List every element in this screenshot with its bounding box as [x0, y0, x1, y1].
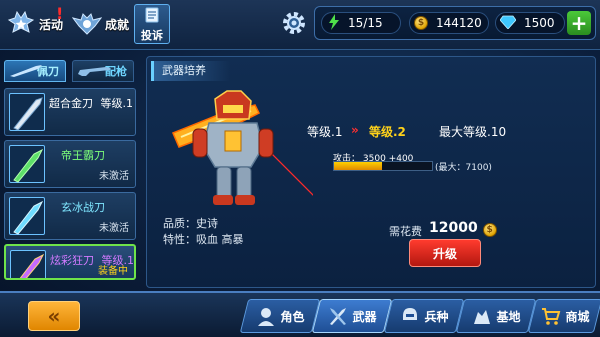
- diamond-value: 1500: [524, 16, 555, 30]
- max-level: 最大等级.10: [439, 125, 507, 139]
- gold-coin-icon: $: [482, 223, 497, 237]
- panel-title: 武器培养: [151, 61, 230, 81]
- level-arrow-icon: »: [351, 123, 359, 137]
- diamond-icon: [499, 15, 517, 32]
- back-button[interactable]: «: [28, 301, 80, 331]
- weapon-item-colorful-blade[interactable]: 炫彩狂刀 等级.1 装备中: [4, 244, 136, 280]
- emperor-blade-icon: [9, 145, 45, 183]
- star-emblem-icon: [6, 9, 36, 39]
- weapon-status: 装备中: [98, 266, 128, 277]
- weapon-item-ice-blade[interactable]: 玄冰战刀 未激活: [4, 192, 136, 240]
- weapon-name: 炫彩狂刀: [50, 254, 94, 267]
- activity-button[interactable]: 活动: [6, 4, 63, 44]
- bottom-nav: « 角色 武器 兵种 基地 商城: [0, 291, 600, 337]
- resource-panel: 15/15 $ 144120 1500 +: [314, 6, 596, 40]
- weapon-name: 超合金刀: [49, 97, 93, 110]
- cost-value: 12000: [429, 220, 478, 236]
- achievement-button[interactable]: 成就: [72, 4, 129, 44]
- character-icon: [255, 305, 277, 327]
- diamond-counter: 1500: [495, 12, 565, 34]
- attack-max: (最大：7100): [435, 163, 492, 173]
- notification-mark: !: [56, 4, 64, 23]
- energy-counter: 15/15: [321, 12, 401, 34]
- rifle-icon: [76, 64, 112, 78]
- weapon-item-alloy-blade[interactable]: 超合金刀 等级.1: [4, 88, 136, 136]
- colorful-blade-icon: [10, 250, 46, 278]
- weapon-status: 未激活: [99, 171, 129, 182]
- winged-emblem-icon: [72, 9, 102, 39]
- attack-progress-bar: [333, 161, 433, 171]
- energy-value: 15/15: [348, 16, 383, 30]
- attack-progress-fill: [334, 162, 383, 170]
- gold-counter: $ 144120: [409, 12, 489, 34]
- base-icon: [471, 305, 493, 327]
- weapon-training-panel: 武器培养 品质：史诗 特性：吸血 高暴 等级.1 » 等级.2 最大等级.10 …: [146, 56, 596, 306]
- quality-label: 品质：史诗: [163, 217, 218, 230]
- nav-label: 兵种: [424, 309, 449, 324]
- complain-button[interactable]: 投诉: [134, 4, 170, 44]
- shop-icon: [540, 305, 562, 327]
- recharge-plus-button[interactable]: +: [567, 11, 591, 35]
- gold-value: 144120: [436, 16, 482, 30]
- ice-blade-icon: [9, 197, 45, 235]
- current-level: 等级.1: [307, 125, 343, 139]
- gold-coin-icon: $: [414, 16, 428, 30]
- nav-weapon[interactable]: 武器: [311, 299, 393, 333]
- alloy-blade-icon: [9, 93, 45, 131]
- achievement-label: 成就: [105, 17, 130, 32]
- nav-shop[interactable]: 商城: [527, 299, 600, 333]
- weapon-name: 玄冰战刀: [61, 201, 105, 214]
- tab-knife[interactable]: 佩刀: [4, 60, 66, 82]
- nav-label: 角色: [280, 309, 305, 324]
- weapon-item-emperor-blade[interactable]: 帝王霸刀 未激活: [4, 140, 136, 188]
- cost-value-group: 12000 $: [429, 220, 497, 237]
- lightning-icon: [328, 13, 340, 33]
- soldier-icon: [399, 305, 421, 327]
- blade-icon: [8, 64, 44, 78]
- complain-label: 投诉: [141, 28, 163, 42]
- nav-character[interactable]: 角色: [239, 299, 321, 333]
- document-icon: [143, 6, 161, 27]
- weapon-list-panel: 佩刀 配枪 超合金刀 等级.1 帝王霸刀 未激活 玄冰战刀 未激活 炫彩狂刀 等…: [0, 56, 140, 280]
- weapon-level: 等级.1: [100, 97, 134, 110]
- nav-label: 武器: [352, 309, 377, 324]
- nav-soldier[interactable]: 兵种: [383, 299, 465, 333]
- weapon-status: 未激活: [99, 223, 129, 234]
- next-level: 等级.2: [369, 125, 406, 139]
- weapon-icon: [327, 305, 349, 327]
- upgrade-button[interactable]: 升级: [409, 239, 481, 267]
- nav-base[interactable]: 基地: [455, 299, 537, 333]
- cost-label: 需花费: [389, 225, 422, 238]
- weapon-name: 帝王霸刀: [61, 149, 105, 162]
- nav-label: 基地: [496, 309, 521, 324]
- settings-gear-icon[interactable]: [280, 9, 308, 37]
- tab-gun[interactable]: 配枪: [72, 60, 134, 82]
- hero-character-image: [163, 85, 424, 306]
- nav-label: 商城: [565, 309, 590, 324]
- top-bar: 活动 ! 成就 投诉 15/15 $ 144120 1500 +: [0, 0, 600, 50]
- traits-label: 特性：吸血 高暴: [163, 233, 244, 246]
